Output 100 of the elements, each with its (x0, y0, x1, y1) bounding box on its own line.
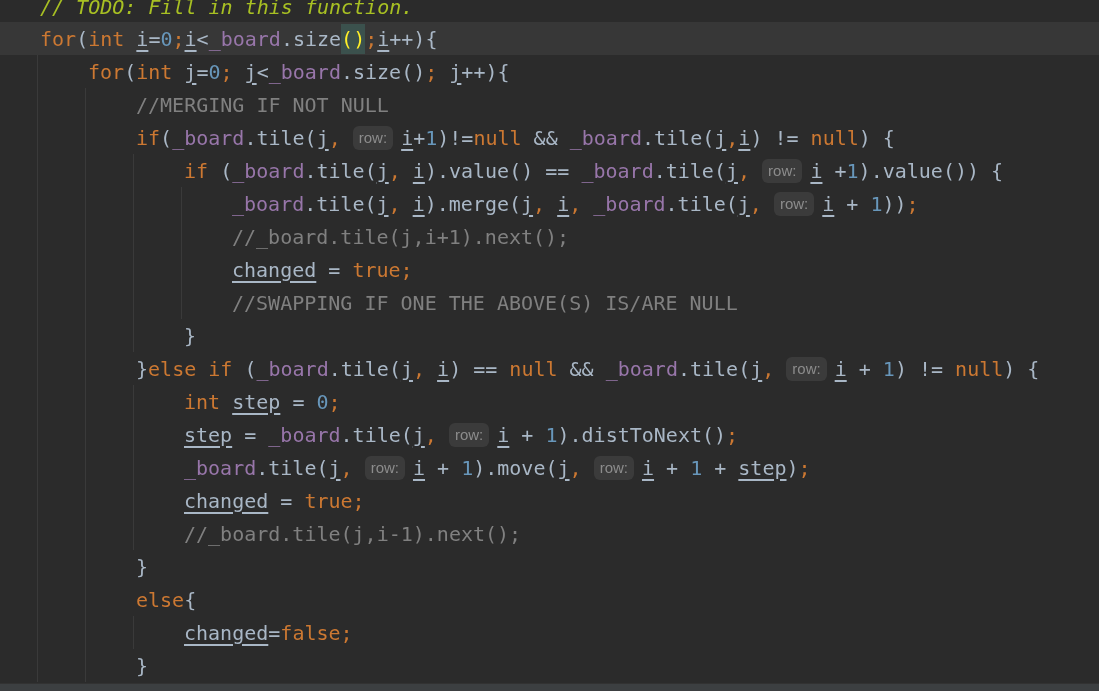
code-text: + (713, 454, 728, 482)
code-text: = (148, 25, 161, 53)
code-text: { (184, 586, 197, 614)
code-text: .tile( (304, 157, 377, 185)
code-text: + (845, 190, 860, 218)
code-text: < (196, 25, 209, 53)
code-punctuation: , (388, 190, 402, 218)
code-text: ( (219, 157, 233, 185)
code-punctuation: , (340, 454, 354, 482)
code-variable: j (521, 190, 534, 218)
code-punctuation: , (737, 157, 751, 185)
code-variable: step (738, 454, 787, 482)
code-text: ).value()) { (858, 157, 1004, 185)
code-text: = (243, 421, 258, 449)
code-variable: i (184, 25, 197, 53)
code-variable: i (412, 157, 425, 185)
code-punctuation: ; (340, 619, 353, 647)
code-variable: changed (184, 619, 269, 647)
code-text: = (327, 256, 342, 284)
code-number: 1 (846, 157, 859, 185)
parameter-hint: row: (352, 125, 394, 150)
code-text: = (268, 619, 281, 647)
code-variable: i (413, 454, 426, 482)
code-number: 0 (316, 388, 329, 416)
code-text: && (568, 355, 595, 383)
parameter-hint: row: (773, 191, 815, 216)
code-keyword: if (184, 157, 209, 185)
code-punctuation: , (762, 355, 776, 383)
code-variable: step (232, 388, 281, 416)
code-text: .tile( (256, 454, 329, 482)
code-text: .size() (340, 58, 426, 86)
code-punctuation: ; (365, 25, 378, 53)
matched-brackets: () (341, 23, 366, 54)
code-text: = (291, 388, 306, 416)
parameter-hint: row: (448, 422, 490, 447)
code-variable: j (316, 124, 329, 152)
code-text: = (196, 58, 209, 86)
code-field: _board (232, 155, 305, 186)
code-field: _board (232, 188, 305, 219)
code-variable: j (737, 190, 750, 218)
code-variable: j (714, 124, 727, 152)
code-field: _board (268, 56, 341, 87)
code-variable: j (244, 58, 257, 86)
code-number: 1 (882, 355, 895, 383)
code-punctuation: , (413, 355, 427, 383)
code-number: 0 (208, 58, 221, 86)
code-punctuation: ; (400, 256, 413, 284)
code-keyword: false (280, 619, 341, 647)
code-field: _board (569, 122, 642, 153)
code-variable: changed (184, 487, 269, 515)
code-variable: j (725, 157, 738, 185)
code-punctuation: ; (172, 25, 185, 53)
code-field: _board (184, 452, 257, 483)
code-variable: i (136, 25, 149, 53)
code-text: ) (786, 454, 799, 482)
parameter-hint: row: (364, 455, 405, 480)
code-text: } (184, 322, 197, 350)
code-text: .tile( (642, 124, 715, 152)
code-field: _board (593, 188, 666, 219)
code-text: .size (280, 25, 342, 53)
code-punctuation: ; (220, 58, 234, 86)
code-keyword: for (40, 25, 77, 53)
code-text: ).merge( (424, 190, 521, 218)
code-keyword: else if (148, 355, 233, 383)
code-keyword: true (304, 487, 353, 515)
code-punctuation: , (569, 190, 583, 218)
code-field: _board (208, 23, 281, 54)
code-variable: j (376, 190, 389, 218)
code-variable: j (328, 454, 341, 482)
code-editor[interactable] (0, 0, 1099, 683)
code-text: ) != (894, 355, 945, 383)
code-variable: step (184, 421, 233, 449)
code-variable: i (834, 355, 847, 383)
code-text: ).distToNext() (557, 421, 727, 449)
code-comment: //SWAPPING IF ONE THE ABOVE(S) IS/ARE NULL (232, 289, 738, 317)
code-punctuation: , (424, 421, 438, 449)
code-variable: changed (232, 256, 317, 284)
code-text: ( (124, 58, 137, 86)
code-keyword: if (136, 124, 161, 152)
code-keyword: int (88, 25, 126, 53)
code-variable: i (642, 454, 655, 482)
code-keyword: int (136, 58, 174, 86)
code-text: .tile( (304, 190, 377, 218)
code-text: + (665, 454, 680, 482)
code-keyword: null (810, 124, 859, 152)
code-punctuation: ; (798, 454, 811, 482)
code-text: + (857, 355, 872, 383)
code-text: ) == (449, 355, 499, 383)
parameter-hint: row: (786, 356, 827, 381)
code-text: .tile( (328, 355, 401, 383)
code-comment: //_board.tile(j,i-1).next(); (184, 520, 522, 548)
code-text: ) { (1003, 355, 1040, 383)
code-number: 0 (160, 25, 173, 53)
code-field: _board (268, 419, 341, 450)
code-variable: i (810, 157, 823, 185)
code-number: 1 (690, 454, 703, 482)
code-text: + (436, 454, 451, 482)
code-text: ++){ (461, 58, 510, 86)
code-text: } (136, 355, 149, 383)
code-variable: j (557, 454, 570, 482)
